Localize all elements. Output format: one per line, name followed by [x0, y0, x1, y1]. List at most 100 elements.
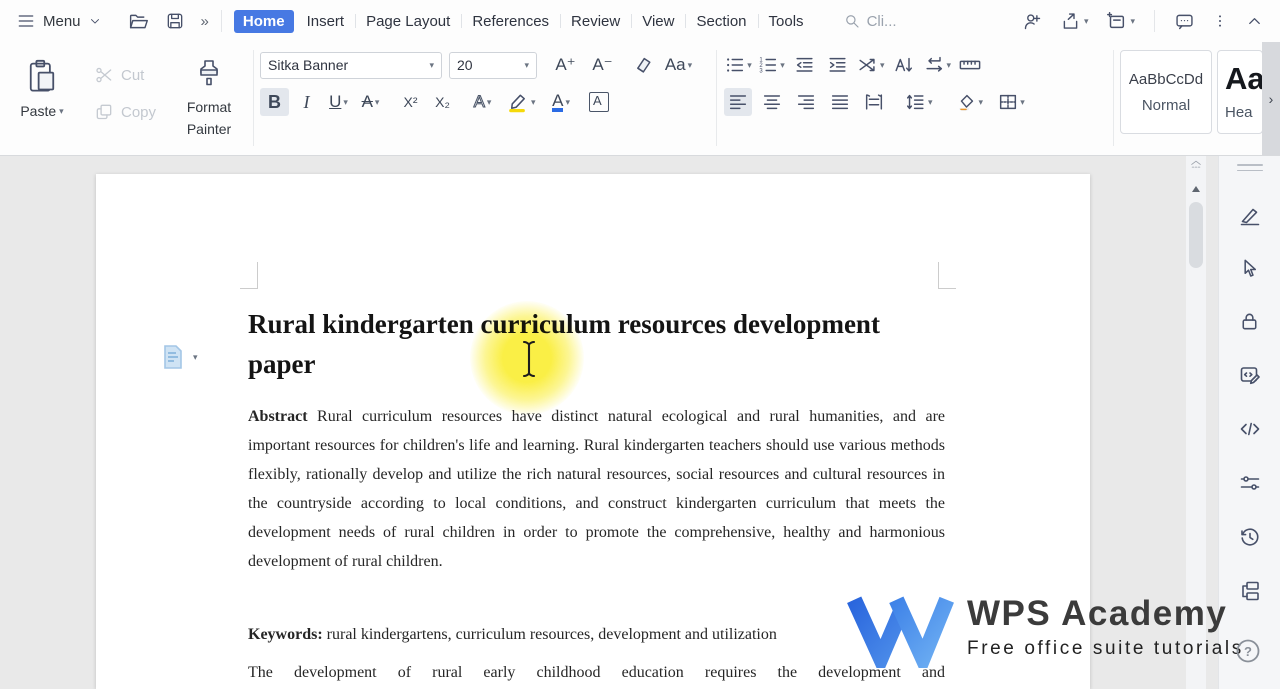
strikethrough-button[interactable]: A ▾: [356, 88, 385, 116]
change-case-button[interactable]: Aa ▾: [664, 51, 693, 79]
tab-page-layout[interactable]: Page Layout: [355, 9, 461, 34]
vertical-scrollbar[interactable]: [1186, 156, 1206, 689]
paste-button[interactable]: Paste ▾: [14, 48, 70, 140]
history-icon[interactable]: [1238, 525, 1262, 549]
body-paragraph[interactable]: The development of rural early childhood…: [248, 660, 945, 686]
dropdown-caret: ▾: [978, 96, 984, 107]
strikethrough-glyph: A: [361, 92, 373, 111]
kebab-menu-icon[interactable]: [1212, 12, 1228, 30]
lock-icon[interactable]: [1238, 310, 1261, 333]
dropdown-caret: ▾: [780, 59, 785, 70]
question-mark-icon: ?: [1236, 639, 1260, 663]
keywords-line[interactable]: Keywords: rural kindergartens, curriculu…: [248, 624, 945, 646]
text-effects-glyph: A: [473, 92, 485, 112]
document-title-text[interactable]: Rural kindergarten curriculum resources …: [248, 304, 948, 384]
tab-view[interactable]: View: [631, 9, 685, 34]
scroll-up-arrow[interactable]: [1192, 186, 1200, 192]
numbered-list-button[interactable]: 123 ▾: [757, 51, 785, 79]
italic-button[interactable]: I: [292, 88, 321, 116]
new-tab-icon: [1107, 12, 1125, 29]
abstract-paragraph[interactable]: Abstract Rural curriculum resources have…: [248, 402, 945, 576]
align-right-button[interactable]: [792, 88, 820, 116]
justify-button[interactable]: [826, 88, 854, 116]
ink-annotate-icon[interactable]: [1238, 203, 1262, 227]
align-left-button[interactable]: [724, 88, 752, 116]
style-name: Normal: [1141, 96, 1191, 114]
line-break-button[interactable]: ▾: [923, 51, 951, 79]
subscript-button[interactable]: X₂: [428, 88, 457, 116]
tab-tools[interactable]: Tools: [758, 9, 815, 34]
font-color-button[interactable]: A ▾: [547, 88, 576, 116]
dropdown-caret: ▾: [531, 96, 536, 107]
open-file-icon[interactable]: [128, 11, 149, 32]
new-window-button[interactable]: ▾: [1105, 10, 1135, 32]
invite-user-icon[interactable]: [1022, 11, 1043, 32]
underline-glyph: U: [329, 92, 342, 111]
asian-layout-button[interactable]: ▾: [856, 51, 885, 79]
navigation-panes-icon[interactable]: [1238, 579, 1262, 603]
tab-section[interactable]: Section: [685, 9, 757, 34]
tab-review[interactable]: Review: [560, 9, 631, 34]
copy-button[interactable]: Copy: [94, 102, 156, 122]
superscript-button[interactable]: X²: [396, 88, 425, 116]
save-icon[interactable]: [165, 11, 185, 31]
document-area: ▾ Rural kindergarten curriculum resource…: [0, 156, 1280, 689]
align-center-button[interactable]: [758, 88, 786, 116]
decrease-indent-button[interactable]: [790, 51, 818, 79]
more-commands-icon[interactable]: »: [201, 13, 209, 30]
bold-button[interactable]: B: [260, 88, 289, 116]
increase-indent-icon: [828, 57, 846, 72]
grow-font-button[interactable]: A⁺: [551, 51, 580, 79]
help-button[interactable]: ?: [1234, 637, 1262, 670]
main-menu-button[interactable]: Menu: [0, 11, 102, 31]
search-placeholder: Cli...: [866, 12, 897, 30]
scissors-icon: [96, 67, 112, 83]
font-size-select[interactable]: 20 ▾: [449, 51, 537, 79]
character-border-button[interactable]: A: [585, 88, 614, 116]
dropdown-caret: ▾: [1130, 15, 1135, 26]
document-page[interactable]: ▾ Rural kindergarten curriculum resource…: [96, 174, 1090, 689]
svg-text:?: ?: [1244, 644, 1252, 659]
shading-button[interactable]: ▾: [955, 88, 984, 116]
comment-icon[interactable]: [1174, 11, 1195, 32]
sidebar-drag-handle[interactable]: [1236, 164, 1263, 175]
select-cursor-icon[interactable]: [1238, 257, 1261, 280]
share-button[interactable]: ▾: [1060, 11, 1088, 32]
borders-button[interactable]: ▾: [997, 88, 1025, 116]
highlight-color-button[interactable]: ▾: [506, 88, 536, 116]
distribute-button[interactable]: [860, 88, 888, 116]
font-name-select[interactable]: Sitka Banner ▾: [260, 51, 442, 79]
paragraph-style-widget[interactable]: ▾: [161, 344, 198, 370]
text-effects-button[interactable]: A ▾: [468, 88, 497, 116]
scroll-widget-icon[interactable]: [1189, 159, 1203, 172]
tab-ruler-button[interactable]: [956, 51, 984, 79]
tab-references[interactable]: References: [461, 9, 560, 34]
increase-indent-button[interactable]: [823, 51, 851, 79]
group-divider: [253, 50, 254, 146]
collapse-ribbon-icon[interactable]: [1245, 12, 1264, 31]
cut-button[interactable]: Cut: [94, 65, 156, 85]
style-normal[interactable]: AaBbCcDd Normal: [1120, 50, 1212, 134]
dropdown-caret: ▾: [486, 96, 492, 107]
sort-button[interactable]: [890, 51, 918, 79]
bullet-list-button[interactable]: ▾: [724, 51, 752, 79]
edit-restrictions-icon[interactable]: [1238, 363, 1262, 387]
styles-more-button[interactable]: ›: [1262, 42, 1280, 155]
scrollbar-thumb[interactable]: [1189, 202, 1203, 268]
settings-sliders-icon[interactable]: [1238, 471, 1262, 495]
code-icon[interactable]: [1238, 417, 1262, 441]
text-cursor-icon: [520, 339, 538, 384]
paste-clipboard-icon: [29, 59, 55, 92]
command-search-input[interactable]: Cli...: [843, 12, 915, 30]
clear-formatting-button[interactable]: [627, 51, 656, 79]
style-heading[interactable]: Aa Hea: [1217, 50, 1263, 134]
tab-home[interactable]: Home: [233, 9, 294, 33]
line-spacing-button[interactable]: ▾: [904, 88, 933, 116]
chevron-down-icon: [90, 19, 99, 24]
shrink-font-button[interactable]: A⁻: [588, 51, 617, 79]
dropdown-caret: ▾: [1020, 96, 1025, 107]
divider: [1154, 10, 1155, 32]
underline-button[interactable]: U ▾: [324, 88, 353, 116]
tab-insert[interactable]: Insert: [296, 9, 356, 34]
format-painter-button[interactable]: Format Painter: [180, 48, 238, 140]
